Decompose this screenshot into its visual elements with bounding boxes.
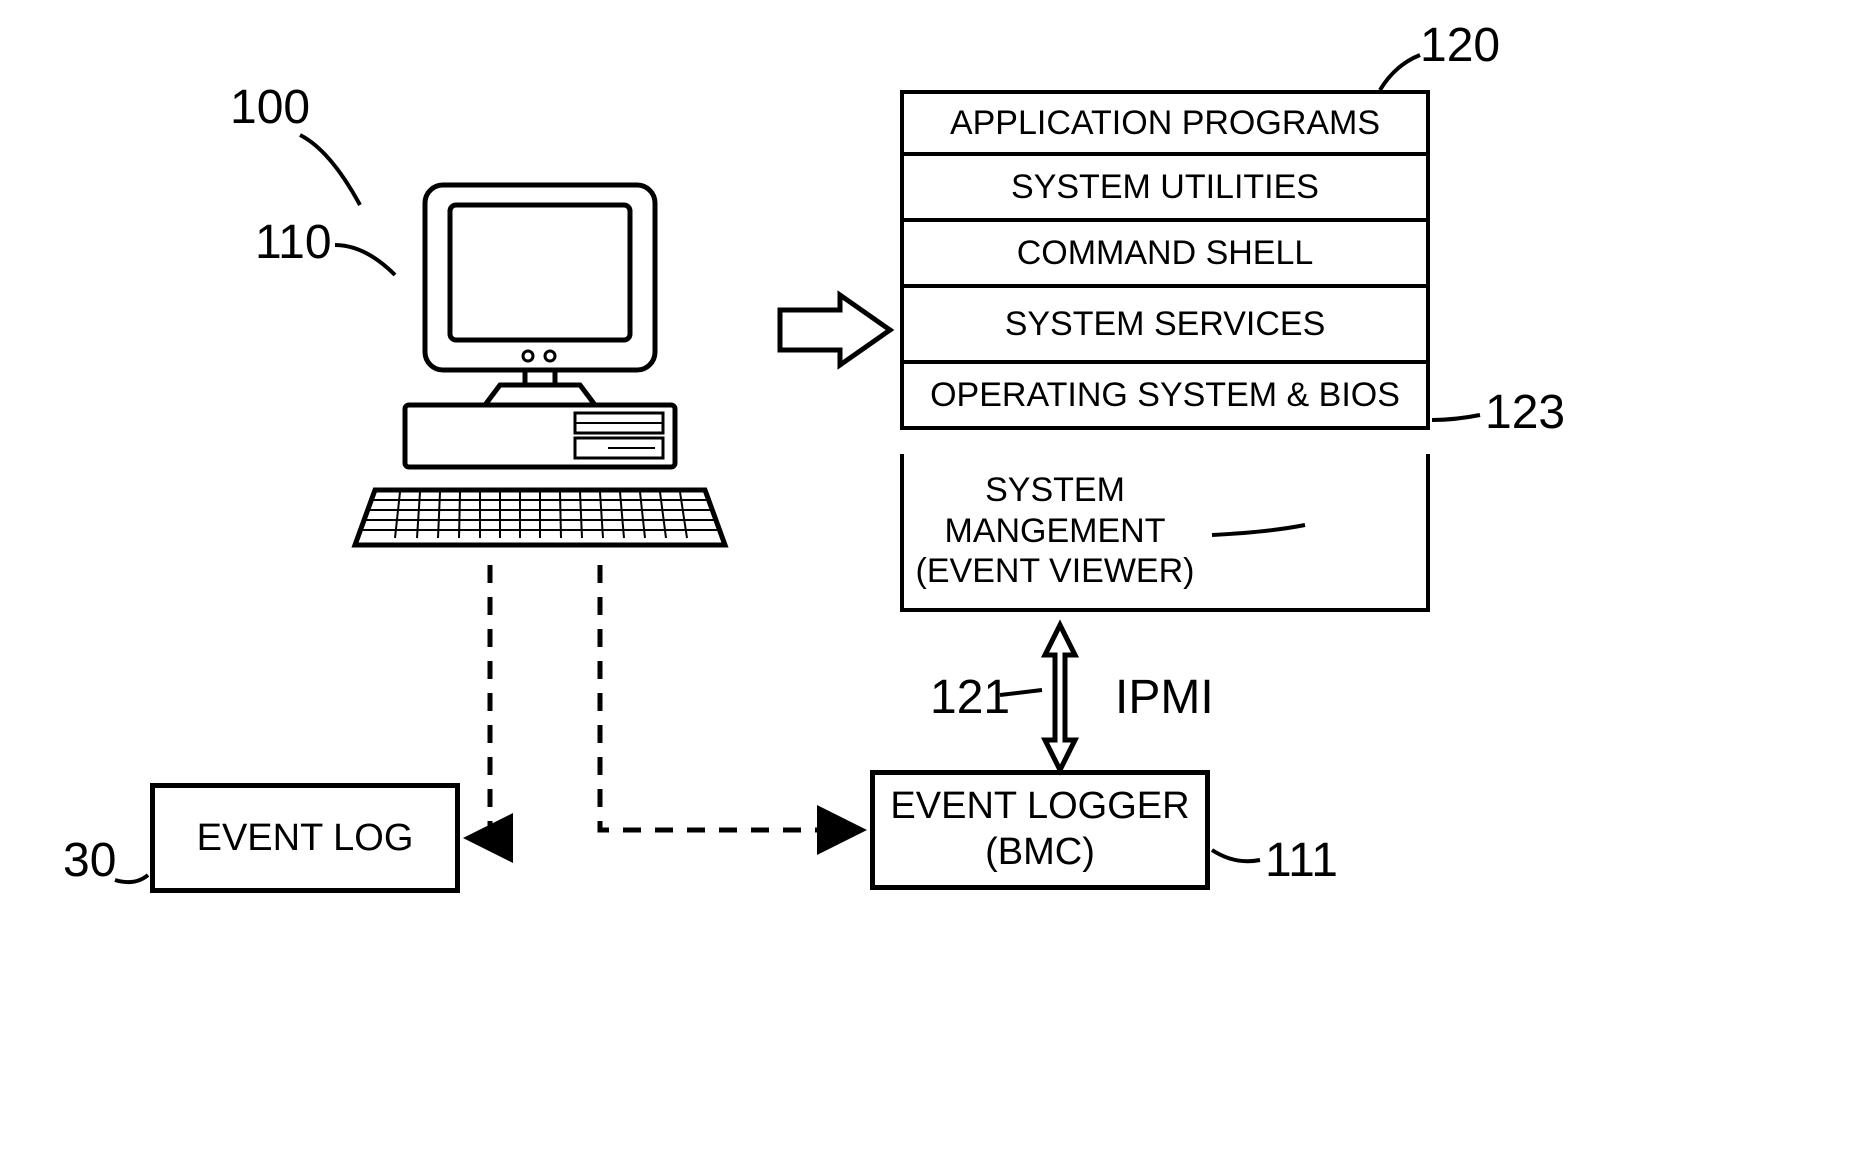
label-121: 121 (930, 670, 1010, 725)
label-110: 110 (255, 215, 332, 270)
stack-row-shell: COMMAND SHELL (900, 222, 1430, 288)
label-111: 111 (1265, 833, 1338, 888)
stack-row-os: OPERATING SYSTEM & BIOS (900, 364, 1430, 430)
system-management-box: SYSTEM MANGEMENT (EVENT VIEWER) (900, 454, 1210, 612)
system-management-text: SYSTEM MANGEMENT (EVENT VIEWER) (916, 470, 1195, 592)
software-stack: APPLICATION PROGRAMS SYSTEM UTILITIES CO… (900, 90, 1430, 430)
label-30: 30 (63, 833, 116, 888)
stack-row-utilities: SYSTEM UTILITIES (900, 156, 1430, 222)
event-logger-text: EVENT LOGGER (BMC) (890, 784, 1189, 875)
stack-row-apps: APPLICATION PROGRAMS (900, 90, 1430, 156)
stack-bottom-blank (1206, 454, 1430, 612)
computer-icon (350, 180, 730, 600)
label-100: 100 (230, 80, 310, 135)
event-log-text: EVENT LOG (197, 817, 414, 860)
event-logger-box: EVENT LOGGER (BMC) (870, 770, 1210, 890)
label-123: 123 (1485, 385, 1565, 440)
stack-row-services: SYSTEM SERVICES (900, 288, 1430, 364)
label-120: 120 (1420, 18, 1500, 73)
label-ipmi: IPMI (1115, 670, 1214, 725)
event-log-box: EVENT LOG (150, 783, 460, 893)
